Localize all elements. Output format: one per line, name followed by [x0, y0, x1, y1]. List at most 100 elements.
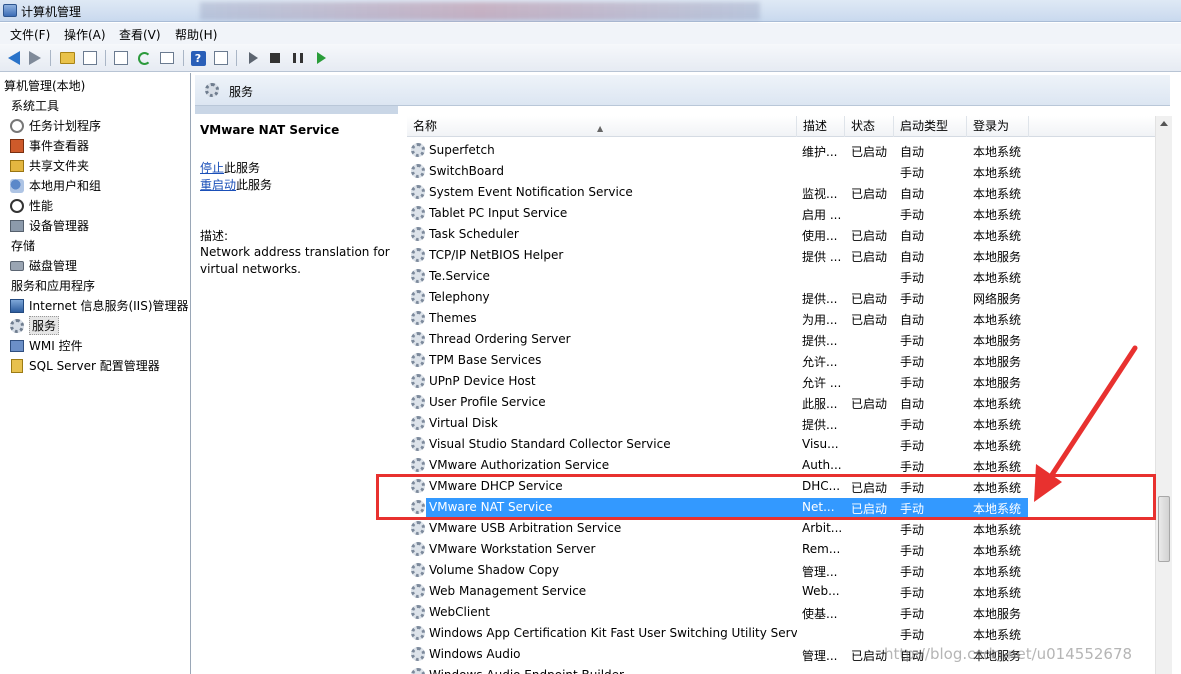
service-log-on-as: 本地系统 — [973, 271, 1022, 285]
service-status: 已启动 — [851, 229, 888, 243]
column-startup-type[interactable]: 启动类型 — [894, 116, 967, 137]
menu-action[interactable]: 操作(A) — [64, 26, 106, 43]
tree-item-sql-server-config[interactable]: SQL Server 配置管理器 — [9, 356, 160, 375]
service-row[interactable]: Volume Shadow Copy 管理... 手动 本地系统 — [407, 560, 1027, 581]
service-name: Web Management Service — [429, 584, 587, 598]
service-row[interactable]: Superfetch 维护... 已启动 自动 本地系统 — [407, 140, 1027, 161]
help-icon[interactable]: ? — [189, 49, 207, 67]
column-description[interactable]: 描述 — [797, 116, 845, 137]
service-row[interactable]: SwitchBoard 手动 本地系统 — [407, 161, 1027, 182]
service-name: Te.Service — [429, 269, 490, 283]
resume-icon[interactable] — [312, 49, 330, 67]
help-glyph: ? — [190, 50, 206, 66]
service-row[interactable]: TCP/IP NetBIOS Helper 提供 ... 已启动 自动 本地服务 — [407, 245, 1027, 266]
service-row[interactable]: TPM Base Services 允许... 手动 本地服务 — [407, 350, 1027, 371]
annotation-arrow-icon — [1034, 345, 1138, 502]
service-row[interactable]: System Event Notification Service 监视... 已启… — [407, 182, 1027, 203]
service-row[interactable]: VMware Authorization Service Auth... 手动 本地系… — [407, 455, 1027, 476]
description-label: 描述: — [200, 229, 229, 243]
column-status[interactable]: 状态 — [845, 116, 894, 137]
service-row[interactable]: Te.Service 手动 本地系统 — [407, 266, 1027, 287]
scroll-up-icon[interactable] — [1160, 121, 1168, 126]
show-hide-tree-icon[interactable] — [81, 49, 99, 67]
stop-suffix: 此服务 — [224, 161, 261, 175]
watermark: http://blog.csdn.net/u014552678 — [884, 645, 1133, 663]
service-row[interactable]: Virtual Disk 提供... 手动 本地系统 — [407, 413, 1027, 434]
tree-item-local-users[interactable]: 本地用户和组 — [9, 176, 101, 195]
service-row[interactable]: Telephony 提供... 已启动 手动 网络服务 — [407, 287, 1027, 308]
tree-item-event-viewer[interactable]: 事件查看器 — [9, 136, 89, 155]
service-row[interactable]: VMware USB Arbitration Service Arbit... 手动… — [407, 518, 1027, 539]
service-log-on-as: 本地系统 — [973, 313, 1022, 327]
service-row[interactable]: Task Scheduler 使用... 已启动 自动 本地系统 — [407, 224, 1027, 245]
service-gear-icon — [411, 206, 425, 220]
service-row[interactable]: Visual Studio Standard Collector Service… — [407, 434, 1027, 455]
show-pane-icon[interactable] — [212, 49, 230, 67]
forward-icon[interactable] — [26, 49, 44, 67]
properties-icon[interactable] — [112, 49, 130, 67]
start-icon[interactable] — [244, 49, 262, 67]
service-row[interactable]: Tablet PC Input Service 启用 ... 手动 本地系统 — [407, 203, 1027, 224]
menu-help[interactable]: 帮助(H) — [175, 26, 217, 43]
tree-item-disk-management[interactable]: 磁盘管理 — [9, 256, 77, 275]
tree-item-iis-manager[interactable]: Internet 信息服务(IIS)管理器 — [9, 296, 189, 315]
refresh-icon[interactable] — [135, 49, 153, 67]
shared-folder-icon — [9, 158, 24, 173]
tree-item-shared-folders[interactable]: 共享文件夹 — [9, 156, 89, 175]
service-row[interactable]: UPnP Device Host 允许 ... 手动 本地服务 — [407, 371, 1027, 392]
column-name-label: 名称 — [413, 119, 438, 133]
pause-icon[interactable] — [289, 49, 307, 67]
tree-item-computer-management[interactable]: 算机管理(本地) — [4, 76, 85, 95]
service-row[interactable]: Windows Audio Endpoint Builder — [407, 665, 1027, 674]
window-title: 计算机管理 — [21, 5, 82, 19]
vertical-scrollbar[interactable] — [1155, 116, 1172, 674]
tree-item-performance[interactable]: 性能 — [9, 196, 53, 215]
service-name: VMware Authorization Service — [429, 458, 610, 472]
service-gear-icon — [411, 227, 425, 241]
service-description: Rem... — [802, 542, 841, 556]
tree-item-label: 设备管理器 — [29, 219, 90, 233]
service-name: Windows Audio — [429, 647, 521, 661]
service-name: TCP/IP NetBIOS Helper — [429, 248, 564, 262]
back-icon[interactable] — [5, 49, 23, 67]
tree-item-task-scheduler[interactable]: 任务计划程序 — [9, 116, 101, 135]
event-viewer-icon — [9, 138, 24, 153]
stop-icon[interactable] — [266, 49, 284, 67]
tree-item-label: 事件查看器 — [29, 139, 90, 153]
tree-item-services[interactable]: 服务 — [9, 316, 60, 335]
menu-view[interactable]: 查看(V) — [119, 26, 161, 43]
service-row[interactable]: Thread Ordering Server 提供... 手动 本地服务 — [407, 329, 1027, 350]
service-startup-type: 手动 — [900, 166, 925, 180]
service-name: VMware Workstation Server — [429, 542, 596, 556]
scroll-thumb[interactable] — [1158, 496, 1170, 562]
menu-file[interactable]: 文件(F) — [10, 26, 50, 43]
service-row[interactable]: VMware Workstation Server Rem... 手动 本地系统 — [407, 539, 1027, 560]
stop-service-link[interactable]: 停止 — [200, 161, 224, 175]
tree-item-label: 存储 — [11, 239, 36, 253]
tree-item-storage[interactable]: 存储 — [11, 236, 35, 255]
service-status: 已启动 — [851, 397, 888, 411]
service-name: Visual Studio Standard Collector Service — [429, 437, 671, 451]
service-status: 已启动 — [851, 145, 888, 159]
service-row[interactable]: User Profile Service 此服... 已启动 自动 本地系统 — [407, 392, 1027, 413]
service-log-on-as: 本地系统 — [973, 166, 1022, 180]
toolbar-separator — [183, 50, 184, 66]
service-startup-type: 自动 — [900, 145, 925, 159]
service-row[interactable]: Web Management Service Web... 手动 本地系统 — [407, 581, 1027, 602]
service-row[interactable]: Themes 为用... 已启动 自动 本地系统 — [407, 308, 1027, 329]
service-log-on-as: 本地系统 — [973, 544, 1022, 558]
tree-item-device-manager[interactable]: 设备管理器 — [9, 216, 89, 235]
tree-item-system-tools[interactable]: 系统工具 — [11, 96, 59, 115]
column-log-on-as[interactable]: 登录为 — [967, 116, 1029, 137]
service-gear-icon — [411, 353, 425, 367]
up-folder-icon[interactable] — [58, 49, 76, 67]
service-row[interactable]: WebClient 使基... 手动 本地服务 — [407, 602, 1027, 623]
export-icon[interactable] — [158, 49, 176, 67]
services-gear-icon — [205, 83, 219, 97]
restart-service-link[interactable]: 重启动 — [200, 178, 236, 192]
service-row[interactable]: Windows App Certification Kit Fast User … — [407, 623, 1027, 644]
column-name[interactable]: 名称 ▲ — [407, 116, 797, 137]
tree-item-wmi-control[interactable]: WMI 控件 — [9, 336, 83, 355]
tree-item-services-and-apps[interactable]: 服务和应用程序 — [11, 276, 95, 295]
service-description: 允许... — [802, 355, 838, 369]
